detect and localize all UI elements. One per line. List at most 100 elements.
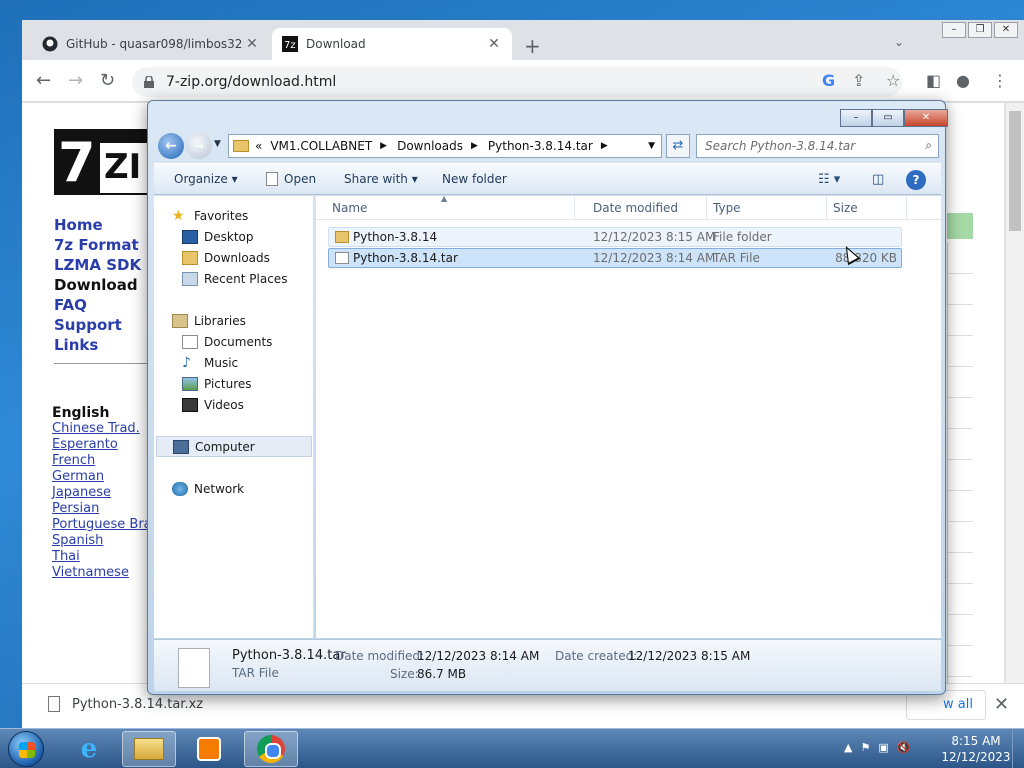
windows-explorer-icon <box>134 738 164 760</box>
details-modified-label: Date modified: <box>335 649 425 663</box>
taskbar-chrome[interactable] <box>244 731 298 767</box>
file-icon <box>48 696 60 712</box>
google-lens-icon[interactable]: G <box>822 71 835 90</box>
close-tab-icon[interactable]: ✕ <box>486 36 502 52</box>
breadcrumb-vm1[interactable]: VM1.COLLABNET <box>270 139 372 153</box>
nav-favorites[interactable]: ★ Favorites <box>172 205 332 226</box>
chevron-right-icon[interactable]: ▶ <box>380 141 387 151</box>
nav-7z-format[interactable]: 7z Format <box>54 235 149 255</box>
taskbar-media-player[interactable] <box>182 731 236 767</box>
address-breadcrumb[interactable]: « VM1.COLLABNET ▶ Downloads ▶ Python-3.8… <box>228 134 662 158</box>
scrollbar-thumb[interactable] <box>1009 111 1021 231</box>
column-date-modified[interactable]: Date modified <box>593 201 678 215</box>
close-tab-icon[interactable]: ✕ <box>244 36 260 52</box>
tab-github[interactable]: GitHub - quasar098/limbos32: w ✕ <box>32 28 270 60</box>
breadcrumb-current[interactable]: Python-3.8.14.tar <box>488 139 593 153</box>
column-name[interactable]: Name <box>332 201 367 215</box>
close-icon[interactable]: ✕ <box>994 22 1018 38</box>
media-player-icon <box>197 737 221 761</box>
file-row-tar[interactable]: Python-3.8.14.tar 12/12/2023 8:14 AM TAR… <box>328 248 902 268</box>
tab-search-chevron-icon[interactable]: ⌄ <box>894 35 904 49</box>
lang-link[interactable]: Thai <box>52 549 149 565</box>
nav-libraries[interactable]: Libraries <box>172 310 332 331</box>
breadcrumb-downloads[interactable]: Downloads <box>397 139 463 153</box>
preview-pane-icon[interactable]: ◫ <box>872 172 884 187</box>
url-text: 7-zip.org/download.html <box>166 74 337 90</box>
column-divider[interactable] <box>706 196 707 220</box>
back-button[interactable]: ← <box>158 133 184 159</box>
nav-computer[interactable]: Computer <box>156 436 312 457</box>
nav-links[interactable]: Links <box>54 335 149 355</box>
help-icon[interactable]: ? <box>906 170 926 190</box>
column-size[interactable]: Size <box>833 201 858 215</box>
restore-icon[interactable]: ❐ <box>968 22 992 38</box>
file-row-folder[interactable]: Python-3.8.14 12/12/2023 8:15 AM File fo… <box>328 227 902 247</box>
bookmark-star-icon[interactable]: ☆ <box>886 71 900 90</box>
lang-link[interactable]: Esperanto <box>52 437 149 453</box>
start-button[interactable] <box>8 731 44 767</box>
explorer-window: – ▭ ✕ ← → ▼ « VM1.COLLABNET ▶ Downloads … <box>147 100 948 695</box>
forward-arrow-icon[interactable]: → <box>68 70 83 91</box>
new-tab-icon[interactable]: + <box>524 34 541 58</box>
breadcrumb-overflow[interactable]: « <box>255 139 262 153</box>
volume-muted-icon[interactable]: 🔇 <box>897 741 911 754</box>
minimize-icon[interactable]: – <box>840 109 872 127</box>
lang-link[interactable]: German <box>52 469 149 485</box>
address-bar[interactable]: 7-zip.org/download.html <box>132 67 902 97</box>
nav-faq[interactable]: FAQ <box>54 295 149 315</box>
minimize-icon[interactable]: – <box>942 22 966 38</box>
nav-network[interactable]: Network <box>172 478 332 499</box>
tab-download[interactable]: 7z Download ✕ <box>272 28 512 60</box>
nav-label: Favorites <box>194 208 249 223</box>
download-table <box>947 243 973 683</box>
search-input[interactable]: Search Python-3.8.14.tar ⌕ <box>696 134 939 158</box>
clock[interactable]: 8:15 AM 12/12/2023 <box>940 733 1012 765</box>
forward-button[interactable]: → <box>186 133 212 159</box>
nav-support[interactable]: Support <box>54 315 149 335</box>
page-scrollbar[interactable] <box>1006 103 1024 683</box>
address-dropdown-icon[interactable]: ▼ <box>648 141 655 151</box>
lang-link[interactable]: French <box>52 453 149 469</box>
change-view-icon[interactable]: ☷ ▾ <box>818 172 840 187</box>
share-icon[interactable]: ⇪ <box>852 71 865 90</box>
download-item[interactable]: Python-3.8.14.tar.xz <box>48 696 203 712</box>
side-panel-icon[interactable]: ◧ <box>926 71 941 90</box>
chevron-right-icon[interactable]: ▶ <box>471 141 478 151</box>
tab-title: Download <box>306 37 366 51</box>
lang-link[interactable]: Japanese <box>52 485 149 501</box>
new-folder-button[interactable]: New folder <box>442 172 507 186</box>
back-arrow-icon[interactable]: ← <box>36 70 51 91</box>
network-status-icon[interactable]: ▣ <box>878 741 888 754</box>
nav-lzma-sdk[interactable]: LZMA SDK <box>54 255 149 275</box>
menu-icon[interactable]: ⋮ <box>992 71 1008 90</box>
taskbar-internet-explorer[interactable]: e <box>62 731 116 767</box>
maximize-icon[interactable]: ▭ <box>872 109 904 127</box>
organize-button[interactable]: Organize ▾ <box>174 172 238 186</box>
chevron-right-icon[interactable]: ▶ <box>601 141 608 151</box>
lang-link[interactable]: Portuguese Bra <box>52 517 152 533</box>
refresh-icon[interactable]: ⇄ <box>666 134 690 158</box>
search-icon[interactable]: ⌕ <box>925 138 932 153</box>
taskbar-windows-explorer[interactable] <box>122 731 176 767</box>
lang-link[interactable]: Chinese Trad. <box>52 421 149 437</box>
column-divider[interactable] <box>574 196 575 220</box>
file-large-icon <box>178 648 210 688</box>
show-desktop-button[interactable] <box>1012 729 1024 768</box>
column-divider[interactable] <box>906 196 907 220</box>
profile-avatar-icon[interactable]: ● <box>956 71 970 90</box>
recent-pages-dropdown-icon[interactable]: ▼ <box>214 139 221 149</box>
lang-link[interactable]: Persian <box>52 501 149 517</box>
close-shelf-icon[interactable]: ✕ <box>994 694 1009 715</box>
column-type[interactable]: Type <box>713 201 741 215</box>
share-with-button[interactable]: Share with ▾ <box>344 172 418 186</box>
action-center-icon[interactable]: ⚑ <box>860 741 870 754</box>
open-button[interactable]: Open <box>266 172 316 186</box>
nav-home[interactable]: Home <box>54 215 149 235</box>
show-hidden-icons-icon[interactable]: ▲ <box>844 741 852 754</box>
column-divider[interactable] <box>826 196 827 220</box>
reload-icon[interactable]: ↻ <box>100 70 115 91</box>
lang-link[interactable]: Spanish <box>52 533 149 549</box>
lang-link[interactable]: Vietnamese <box>52 565 149 581</box>
nav-download[interactable]: Download <box>54 275 149 295</box>
close-icon[interactable]: ✕ <box>904 109 948 127</box>
